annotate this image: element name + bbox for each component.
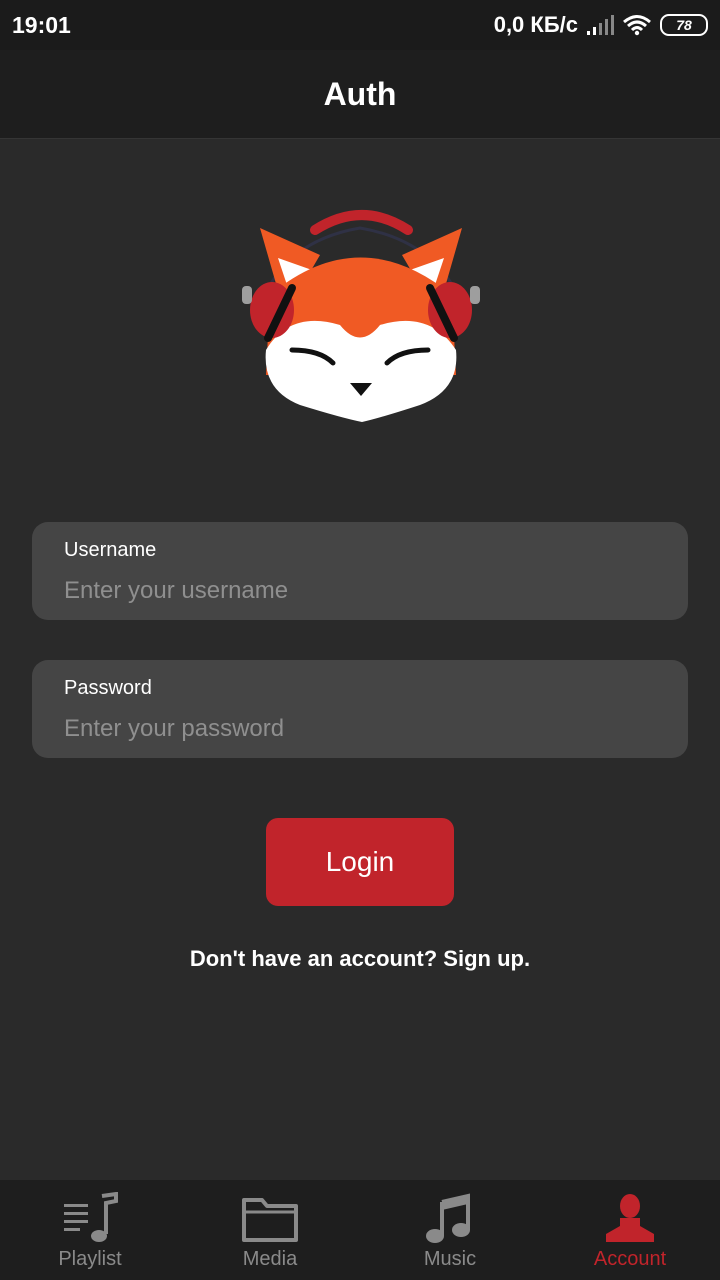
nav-label-account: Account — [593, 1248, 667, 1270]
network-speed: 0,0 КБ/с — [493, 12, 578, 37]
password-label: Password — [64, 677, 152, 699]
username-input[interactable] — [62, 572, 656, 610]
nav-item-music[interactable]: Music — [360, 1180, 540, 1280]
nav-label-media: Media — [242, 1248, 298, 1270]
page-title: Auth — [323, 75, 397, 112]
status-time: 19:01 — [12, 12, 71, 38]
status-bar: 19:01 0,0 КБ/с 78 — [0, 0, 720, 50]
person-icon — [606, 1194, 654, 1242]
nav-item-account[interactable]: Account — [540, 1180, 720, 1280]
fox-logo — [230, 200, 490, 440]
password-input[interactable] — [62, 710, 656, 748]
username-label: Username — [64, 539, 157, 561]
playlist-icon — [64, 1192, 118, 1242]
status-indicators: 0,0 КБ/с 78 — [494, 11, 708, 39]
wifi-icon — [623, 15, 651, 36]
music-note-icon — [426, 1193, 470, 1243]
fox-headphones-logo-icon — [242, 210, 480, 422]
username-field[interactable]: Username — [32, 522, 688, 620]
nav-item-playlist[interactable]: Playlist — [0, 1180, 180, 1280]
app-bar: Auth — [0, 50, 720, 139]
signup-link[interactable]: Don't have an account? Sign up. — [0, 946, 720, 972]
folder-icon — [242, 1198, 298, 1242]
nav-label-music: Music — [423, 1248, 477, 1270]
battery-indicator: 78 — [660, 14, 708, 36]
signal-icon — [587, 15, 614, 35]
login-button[interactable]: Login — [266, 818, 454, 906]
nav-item-media[interactable]: Media — [180, 1180, 360, 1280]
nav-label-playlist: Playlist — [58, 1248, 122, 1270]
password-field[interactable]: Password — [32, 660, 688, 758]
bottom-navigation: Playlist Media Music Account — [0, 1180, 720, 1280]
